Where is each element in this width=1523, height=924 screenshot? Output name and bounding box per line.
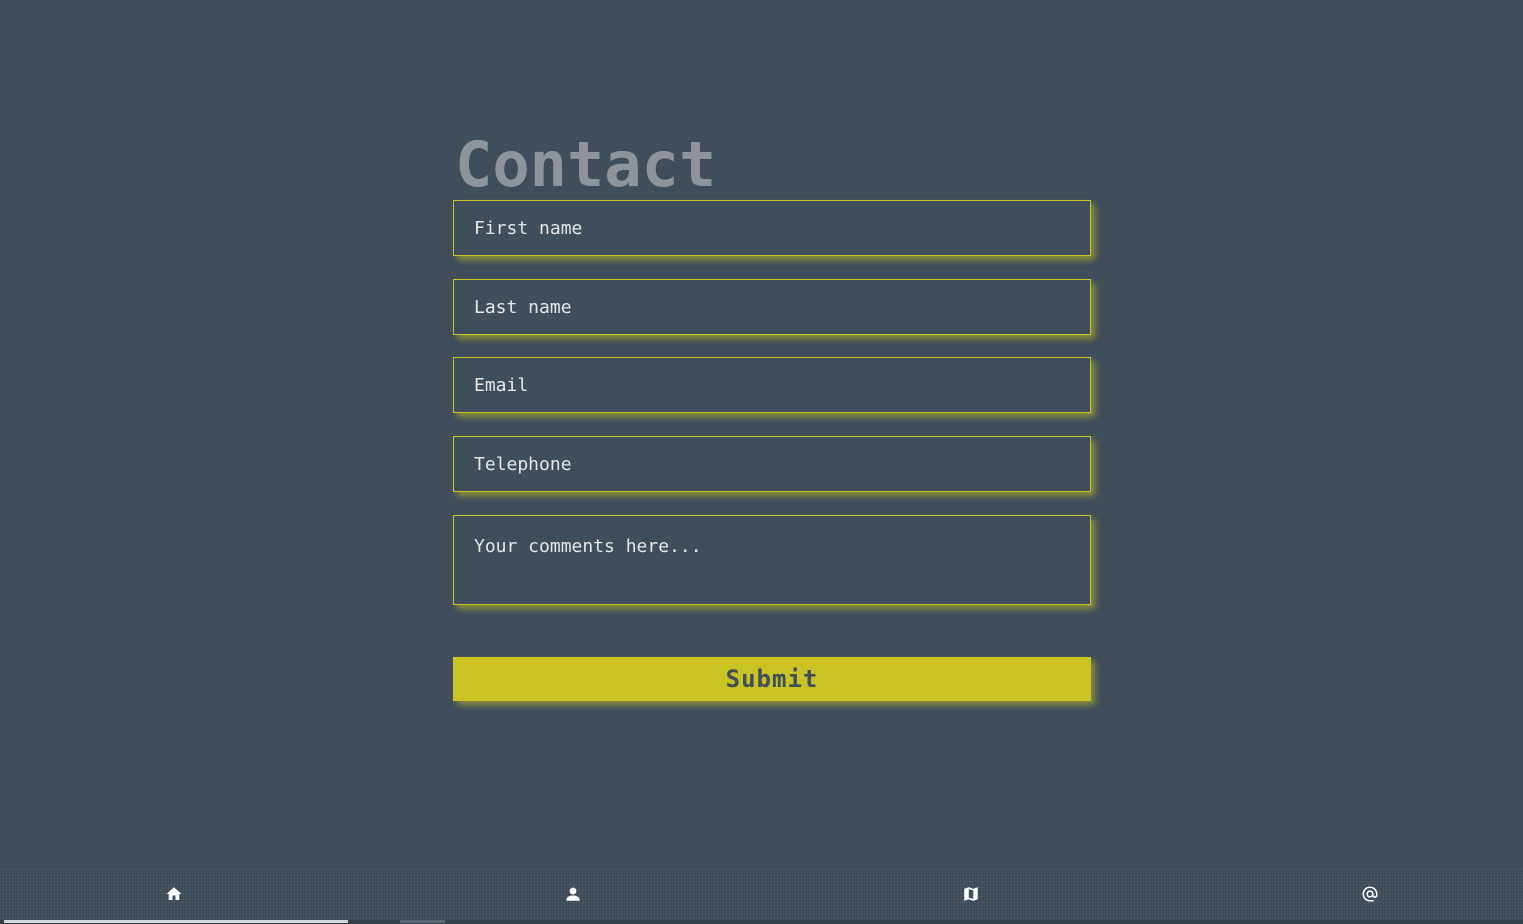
scrollbar-segment [400,920,445,923]
map-icon [964,887,978,901]
nav-map[interactable] [959,882,983,906]
horizontal-scrollbar[interactable] [0,920,1523,924]
comments-textarea[interactable]: Your comments here... [453,515,1091,605]
home-icon [166,887,182,900]
bottom-nav [0,869,1523,924]
at-icon [1362,886,1378,902]
contact-form: Contact First name Last name Email Telep… [453,128,1091,701]
first-name-placeholder: First name [474,217,583,239]
email-placeholder: Email [474,374,529,396]
submit-label: Submit [725,665,819,693]
nav-profile[interactable] [561,882,585,906]
submit-button[interactable]: Submit [453,657,1091,701]
user-icon [566,887,580,901]
comments-placeholder: Your comments here... [474,536,702,557]
scrollbar-thumb[interactable] [4,920,348,923]
telephone-field[interactable]: Telephone [453,436,1091,492]
last-name-placeholder: Last name [474,296,572,318]
email-field[interactable]: Email [453,357,1091,413]
nav-contact[interactable] [1358,882,1382,906]
contact-page: Contact First name Last name Email Telep… [0,0,1523,924]
last-name-field[interactable]: Last name [453,279,1091,335]
telephone-placeholder: Telephone [474,453,572,475]
first-name-field[interactable]: First name [453,200,1091,256]
nav-home[interactable] [162,882,186,906]
page-title: Contact [455,128,717,201]
